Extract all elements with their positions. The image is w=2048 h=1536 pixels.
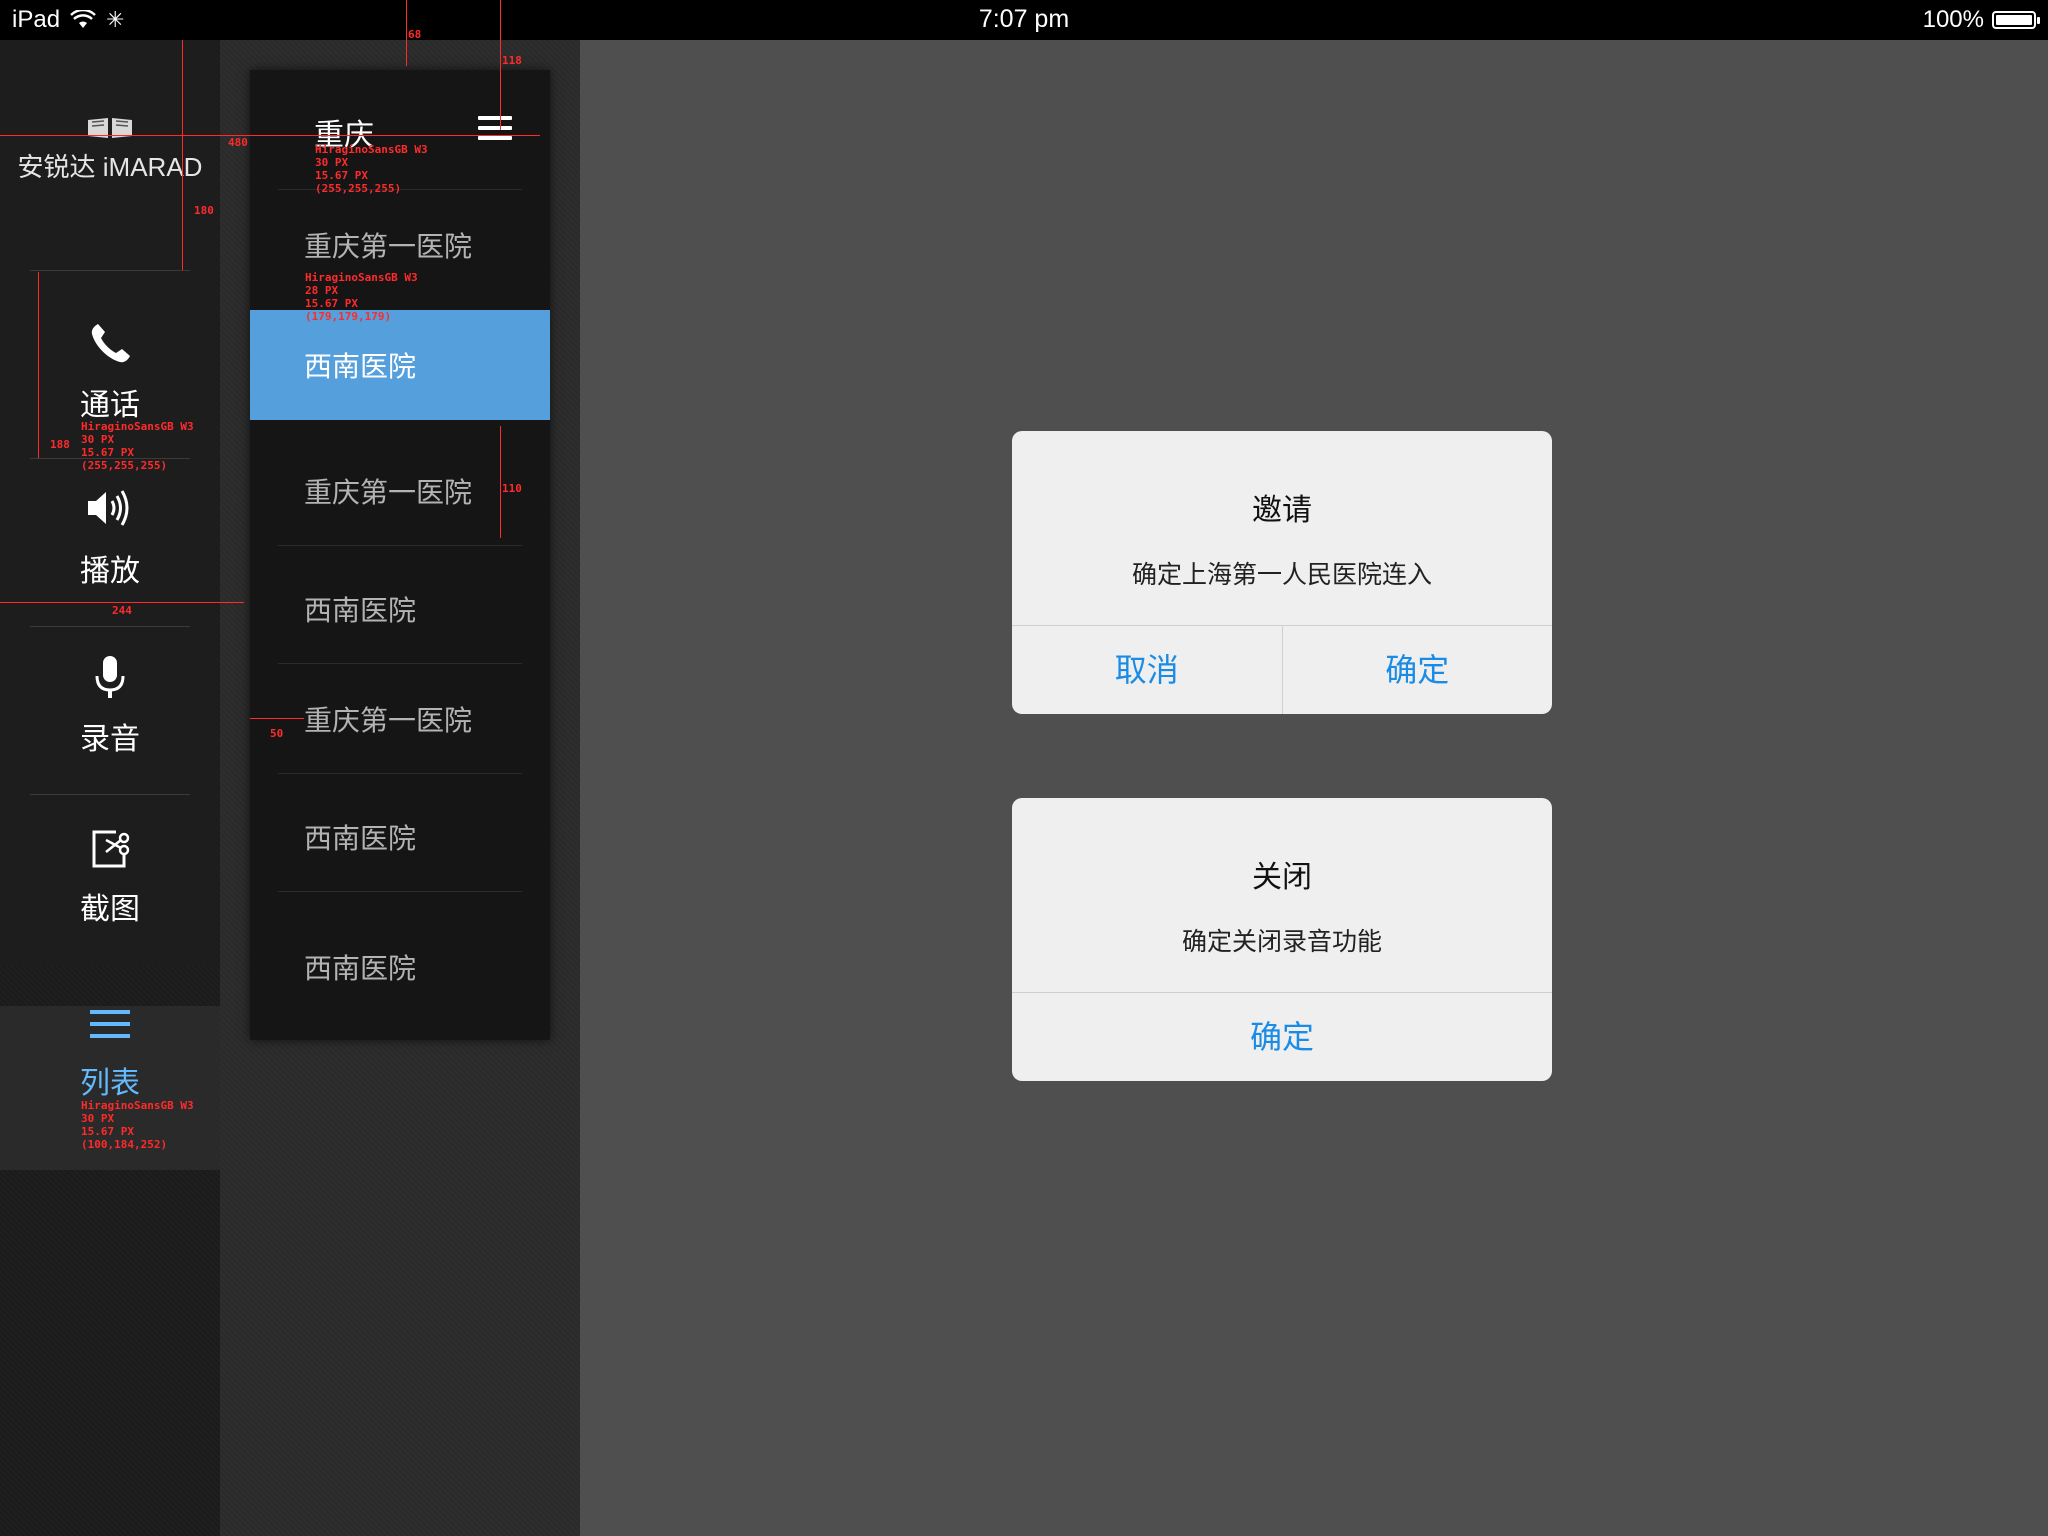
phone-icon <box>0 320 220 376</box>
annotation-label: 244 <box>112 604 132 617</box>
cancel-button[interactable]: 取消 <box>1012 626 1282 714</box>
list-item-label: 重庆第一医院 <box>304 476 473 509</box>
brand-name: 安锐达 iMARAD <box>17 152 203 182</box>
nav-play-label: 播放 <box>80 554 140 589</box>
nav-screenshot-label: 截图 <box>80 892 140 927</box>
nav-divider <box>30 794 190 795</box>
list-item-label: 西南医院 <box>304 822 417 855</box>
annotation-font-spec: HiraginoSansGB W3 30 PX 15.67 PX (255,25… <box>315 143 428 195</box>
nav-divider <box>30 270 190 271</box>
annotation-label: 180 <box>194 204 214 217</box>
status-bar: iPad ✳ 7:07 pm 100% <box>0 0 2048 40</box>
annotation-label: 110 <box>502 482 522 495</box>
invite-dialog-message: 确定上海第一人民医院连入 <box>1131 560 1432 589</box>
nav-screenshot[interactable]: 截图 <box>0 824 220 928</box>
sidebar: 安锐达 iMARAD 通话 播放 录音 截图 列表 <box>0 40 220 1536</box>
speaker-icon <box>0 486 220 542</box>
status-time: 7:07 pm <box>978 5 1070 33</box>
list-item-label: 西南医院 <box>304 594 417 627</box>
annotation-font-spec: HiraginoSansGB W3 28 PX 15.67 PX (179,17… <box>305 271 418 323</box>
annotation-font-spec: HiraginoSansGB W3 30 PX 15.67 PX (255,25… <box>81 420 194 472</box>
nav-call-label: 通话 <box>80 388 140 423</box>
list-item-selected[interactable]: 西南医院 <box>250 310 550 420</box>
list-item[interactable]: 西南医院 <box>250 554 550 664</box>
invite-dialog-title: 邀请 <box>1252 493 1312 528</box>
annotation-font-spec: HiraginoSansGB W3 30 PX 15.67 PX (100,18… <box>81 1099 194 1151</box>
list-item[interactable]: 重庆第一医院 <box>250 664 550 774</box>
annotation-line <box>500 426 501 538</box>
list-item-label: 西南医院 <box>304 350 417 383</box>
annotation-label: 68 <box>408 28 422 41</box>
app-logo: 安锐达 iMARAD <box>0 114 220 184</box>
annotation-label: 50 <box>270 727 284 740</box>
close-dialog-buttons: 确定 <box>1012 992 1552 1081</box>
menu-icon[interactable] <box>478 116 512 142</box>
annotation-label: 480 <box>228 136 248 149</box>
book-logo-icon <box>0 114 220 147</box>
list-item-label: 重庆第一医院 <box>304 230 473 263</box>
close-dialog: 关闭 确定关闭录音功能 确定 <box>1012 798 1552 1081</box>
invite-dialog-buttons: 取消 确定 <box>1012 625 1552 714</box>
list-item[interactable]: 西南医院 <box>250 782 550 892</box>
annotation-line <box>182 40 183 270</box>
nav-list-label: 列表 <box>80 1066 140 1101</box>
nav-list[interactable]: 列表 <box>0 998 220 1102</box>
list-item[interactable]: 西南医院 <box>250 912 550 1022</box>
list-item-label: 西南医院 <box>304 952 417 985</box>
status-right: 100% <box>1922 6 2040 34</box>
close-dialog-title: 关闭 <box>1252 860 1312 895</box>
battery-icon <box>1992 11 2040 29</box>
annotation-line <box>0 602 244 603</box>
invite-dialog: 邀请 确定上海第一人民医院连入 取消 确定 <box>1012 431 1552 714</box>
annotation-line <box>38 272 39 458</box>
nav-play[interactable]: 播放 <box>0 486 220 590</box>
list-item-label: 重庆第一医院 <box>304 704 473 737</box>
nav-record-label: 录音 <box>80 722 140 757</box>
nav-record[interactable]: 录音 <box>0 654 220 758</box>
battery-percent: 100% <box>1922 6 1984 33</box>
annotation-line <box>406 0 407 66</box>
microphone-icon <box>0 654 220 710</box>
confirm-button[interactable]: 确定 <box>1281 626 1553 714</box>
list-icon <box>0 998 220 1054</box>
main-area <box>580 40 2048 1536</box>
annotation-label: 118 <box>502 54 522 67</box>
annotation-line <box>250 718 304 719</box>
annotation-label: 188 <box>50 438 70 451</box>
close-dialog-message: 确定关闭录音功能 <box>1181 927 1382 956</box>
hospital-list-panel: 重庆 重庆第一医院 西南医院 重庆第一医院 西南医院 重庆第一医院 西南医院 西… <box>250 70 550 1040</box>
annotation-line <box>0 135 540 136</box>
screenshot-icon <box>0 824 220 880</box>
nav-call[interactable]: 通话 <box>0 320 220 424</box>
nav-divider <box>30 626 190 627</box>
confirm-button[interactable]: 确定 <box>1012 993 1552 1081</box>
annotation-line <box>500 0 501 130</box>
